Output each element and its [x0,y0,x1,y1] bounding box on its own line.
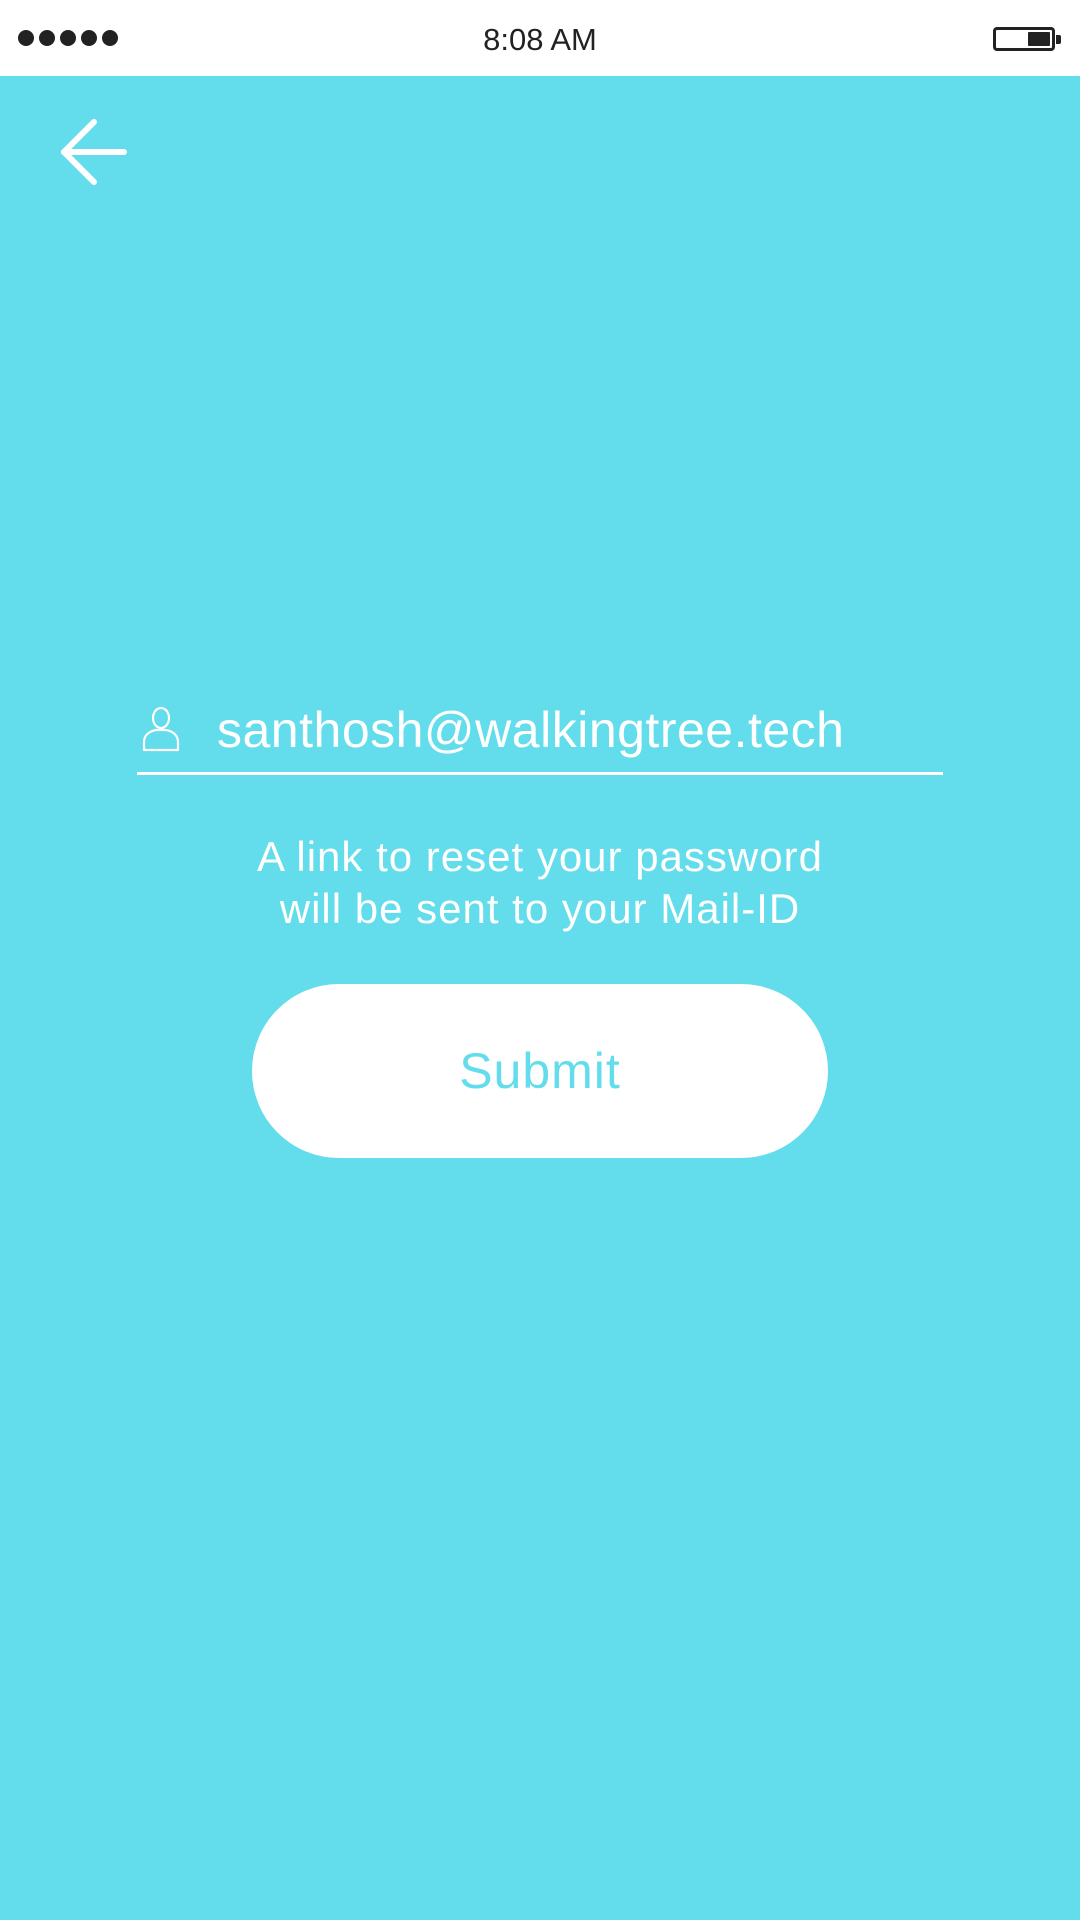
arrow-left-icon [61,119,127,185]
battery-icon [993,27,1061,51]
reset-link-helper-text: A link to reset your password will be se… [257,833,823,932]
back-button[interactable] [54,113,134,193]
user-icon [142,706,180,752]
status-time: 8:08 AM [483,22,597,57]
submit-button[interactable]: Submit [252,984,828,1158]
status-bar: 8:08 AM [0,0,1080,76]
email-input[interactable] [217,692,937,768]
battery-terminal [1056,35,1061,44]
email-field[interactable] [137,692,943,775]
forgot-password-screen: A link to reset your password will be se… [0,76,1080,1920]
battery-level [1028,32,1050,46]
